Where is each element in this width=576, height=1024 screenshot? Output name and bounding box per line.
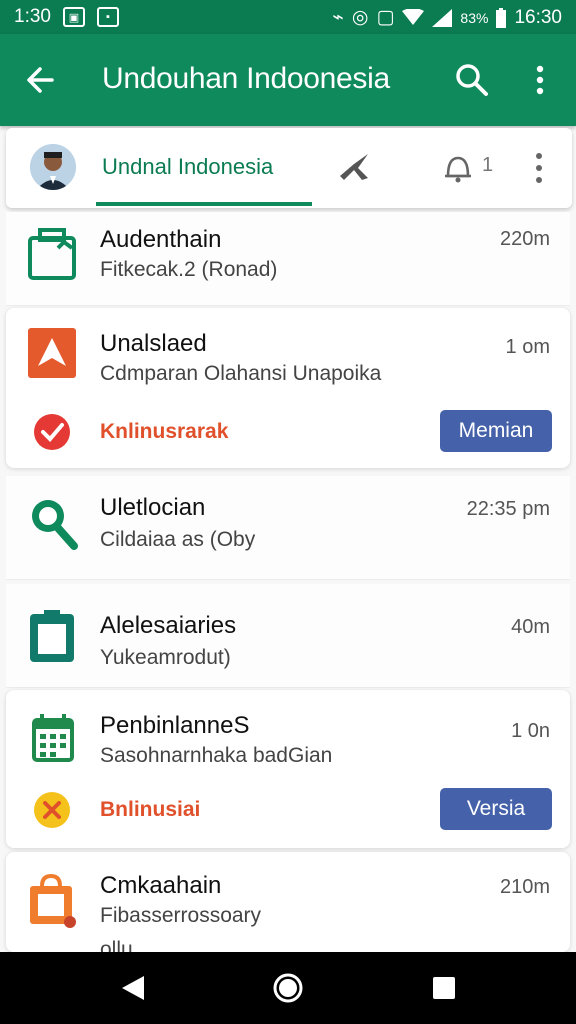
- list-item[interactable]: Alelesaiaries Yukeamrodut) 40m: [6, 584, 570, 688]
- item-title: Unalslaed: [100, 330, 207, 357]
- item-subtitle: Fitkecak.2 (Ronad): [100, 258, 278, 281]
- list-item[interactable]: Audenthain Fitkecak.2 (Ronad) 220m: [6, 212, 570, 306]
- item-time: 40m: [511, 616, 550, 638]
- memian-button[interactable]: Memian: [440, 410, 552, 452]
- vibrate-icon: ⌁: [332, 7, 344, 28]
- app-notification-icon: ▪: [96, 7, 119, 27]
- pdf-document-icon: [28, 328, 76, 378]
- item-time: 1 0n: [511, 720, 550, 742]
- search-document-icon: [32, 500, 78, 550]
- nav-home-icon[interactable]: [268, 968, 308, 1008]
- versia-button[interactable]: Versia: [440, 788, 552, 830]
- wifi-icon: [402, 8, 425, 25]
- cancel-circle-icon: [34, 792, 70, 828]
- item-time: 22:35 pm: [466, 498, 550, 520]
- battery-percent: 83%: [460, 9, 489, 26]
- tab-more-icon[interactable]: [524, 148, 554, 188]
- item-time: 1 om: [505, 336, 550, 358]
- item-title: Cmkaahain: [100, 872, 222, 899]
- tab-indonesia[interactable]: Undnal Indonesia: [102, 154, 273, 180]
- item-subtitle: Cdmparan Olahansi Unapoika: [100, 362, 382, 385]
- status-time: 1:30: [14, 6, 51, 27]
- status-time-right: 16:30: [514, 6, 562, 28]
- tab-indicator: [96, 202, 312, 206]
- error-check-icon: [34, 414, 70, 450]
- item-title: Alelesaiaries: [100, 612, 237, 639]
- status-bar: 1:30 ▣ ▪ ⌁ ◎ ▢ 83% 16:30: [0, 0, 576, 34]
- notification-count: 1: [482, 154, 494, 176]
- briefcase-icon: [28, 228, 76, 280]
- calendar-icon: [32, 714, 74, 762]
- back-arrow-icon[interactable]: [22, 60, 62, 100]
- signal-icon: [432, 8, 453, 27]
- system-nav-bar: [0, 952, 576, 1024]
- item-title: PenbinlanneS: [100, 712, 250, 739]
- alarm-icon: ◎: [351, 7, 369, 28]
- item-status: Knlinusrarak: [100, 420, 229, 443]
- item-status: Bnlinusiai: [100, 798, 201, 821]
- list-item[interactable]: Cmkaahain Fibasserrossoary ollu 210m: [6, 852, 570, 952]
- list-item[interactable]: Uletlocian Cildaiaa as (Oby 22:35 pm: [6, 476, 570, 580]
- clipboard-icon: [30, 610, 74, 662]
- avatar[interactable]: [30, 144, 76, 190]
- nav-back-icon[interactable]: [114, 968, 154, 1008]
- tab-bar-card: Undnal Indonesia 1: [6, 128, 572, 208]
- item-subtitle: Fibasserrossoary: [100, 904, 262, 927]
- app-title: Undouhan Indoonesia: [102, 62, 390, 95]
- item-title: Audenthain: [100, 226, 222, 253]
- bell-icon[interactable]: [438, 148, 478, 188]
- gallery-notification-icon: ▣: [62, 7, 85, 27]
- item-time: 220m: [499, 228, 550, 250]
- item-subtitle: Cildaiaa as (Oby: [100, 528, 256, 551]
- search-icon[interactable]: [452, 60, 492, 100]
- battery-icon: [496, 7, 507, 28]
- app-bar: Undouhan Indoonesia: [0, 34, 576, 126]
- item-subtitle: Sasohnarnhaka badGian: [100, 744, 333, 767]
- item-subtitle: Yukeamrodut): [100, 646, 231, 669]
- shopping-bag-icon: [30, 874, 76, 928]
- more-vert-icon[interactable]: [520, 60, 560, 100]
- nav-recents-icon[interactable]: [424, 968, 464, 1008]
- item-extra: ollu: [100, 938, 133, 952]
- list-item[interactable]: PenbinlanneS Sasohnarnhaka badGian 1 0n …: [6, 690, 570, 848]
- item-title: Uletlocian: [100, 494, 206, 521]
- plane-icon[interactable]: [334, 148, 374, 188]
- item-time: 210m: [499, 876, 550, 898]
- sync-icon: ▢: [376, 7, 395, 28]
- list-item[interactable]: Unalslaed Cdmparan Olahansi Unapoika 1 o…: [6, 308, 570, 468]
